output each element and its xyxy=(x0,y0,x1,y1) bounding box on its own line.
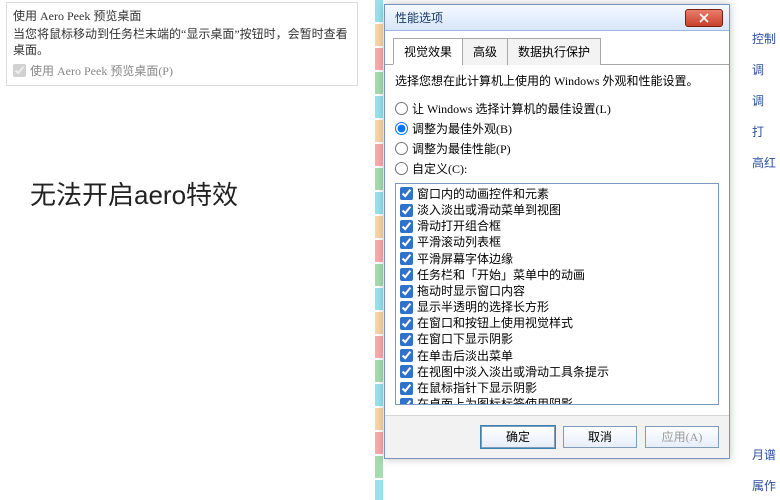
aero-peek-checkbox[interactable] xyxy=(13,64,26,77)
list-item[interactable]: 窗口内的动画控件和元素 xyxy=(400,186,714,202)
dialog-title: 性能选项 xyxy=(395,9,443,26)
side-link[interactable]: 调 xyxy=(752,92,776,109)
tab-visual-effects[interactable]: 视觉效果 xyxy=(393,38,463,65)
list-item-checkbox[interactable] xyxy=(400,285,413,298)
ok-button[interactable]: 确定 xyxy=(481,426,555,448)
page-caption: 无法开启aero特效 xyxy=(30,175,238,212)
dialog-buttons: 确定 取消 应用(A) xyxy=(385,415,729,458)
tab-dep[interactable]: 数据执行保护 xyxy=(507,38,601,65)
list-item-label: 在窗口下显示阴影 xyxy=(417,331,513,347)
radio-option-1[interactable]: 调整为最佳外观(B) xyxy=(395,120,719,137)
list-item-label: 淡入淡出或滑动菜单到视图 xyxy=(417,202,561,218)
list-item-checkbox[interactable] xyxy=(400,268,413,281)
list-item-label: 窗口内的动画控件和元素 xyxy=(417,186,549,202)
side-link[interactable]: 月谱 xyxy=(752,446,776,463)
list-item-checkbox[interactable] xyxy=(400,382,413,395)
aero-peek-panel: 使用 Aero Peek 预览桌面 当您将鼠标移动到任务栏末端的“显示桌面”按钮… xyxy=(6,2,358,86)
cancel-button[interactable]: 取消 xyxy=(563,426,637,448)
radio-input[interactable] xyxy=(395,162,408,175)
close-icon xyxy=(699,13,709,23)
list-item[interactable]: 在视图中淡入淡出或滑动工具条提示 xyxy=(400,364,714,380)
list-item-checkbox[interactable] xyxy=(400,398,413,405)
list-item[interactable]: 平滑屏幕字体边缘 xyxy=(400,251,714,267)
list-item-checkbox[interactable] xyxy=(400,301,413,314)
tab-strip: 视觉效果 高级 数据执行保护 xyxy=(385,31,729,65)
dialog-titlebar[interactable]: 性能选项 xyxy=(385,5,729,31)
list-item-label: 在视图中淡入淡出或滑动工具条提示 xyxy=(417,364,609,380)
side-link[interactable]: 控制 xyxy=(752,30,776,47)
list-item[interactable]: 淡入淡出或滑动菜单到视图 xyxy=(400,202,714,218)
list-item-label: 平滑滚动列表框 xyxy=(417,234,501,250)
list-item-label: 在鼠标指针下显示阴影 xyxy=(417,380,537,396)
radio-option-2[interactable]: 调整为最佳性能(P) xyxy=(395,140,719,157)
list-item-checkbox[interactable] xyxy=(400,252,413,265)
intro-text: 选择您想在此计算机上使用的 Windows 外观和性能设置。 xyxy=(395,73,719,90)
tab-advanced[interactable]: 高级 xyxy=(462,38,508,65)
list-item-label: 拖动时显示窗口内容 xyxy=(417,283,525,299)
side-link[interactable]: 调 xyxy=(752,61,776,78)
list-item-checkbox[interactable] xyxy=(400,365,413,378)
list-item[interactable]: 拖动时显示窗口内容 xyxy=(400,283,714,299)
panel-title: 使用 Aero Peek 预览桌面 xyxy=(13,7,351,24)
radio-label: 调整为最佳性能(P) xyxy=(412,140,511,157)
list-item-checkbox[interactable] xyxy=(400,187,413,200)
radio-label: 自定义(C): xyxy=(412,160,467,177)
radio-label: 让 Windows 选择计算机的最佳设置(L) xyxy=(412,100,611,117)
list-item[interactable]: 在窗口下显示阴影 xyxy=(400,331,714,347)
visual-effects-list[interactable]: 窗口内的动画控件和元素淡入淡出或滑动菜单到视图滑动打开组合框平滑滚动列表框平滑屏… xyxy=(395,183,719,405)
list-item[interactable]: 任务栏和「开始」菜单中的动画 xyxy=(400,267,714,283)
list-item-checkbox[interactable] xyxy=(400,317,413,330)
decorative-stripe xyxy=(375,0,383,500)
close-button[interactable] xyxy=(685,9,723,27)
list-item-checkbox[interactable] xyxy=(400,333,413,346)
list-item[interactable]: 在单击后淡出菜单 xyxy=(400,348,714,364)
list-item-label: 在桌面上为图标标签使用阴影 xyxy=(417,396,573,405)
list-item-checkbox[interactable] xyxy=(400,236,413,249)
side-links-top: 控制 调 调 打 高红 xyxy=(752,30,776,171)
list-item[interactable]: 显示半透明的选择长方形 xyxy=(400,299,714,315)
aero-peek-checkbox-row[interactable]: 使用 Aero Peek 预览桌面(P) xyxy=(13,62,351,79)
list-item[interactable]: 在鼠标指针下显示阴影 xyxy=(400,380,714,396)
side-links-bottom: 月谱 属作 xyxy=(752,446,776,494)
list-item[interactable]: 平滑滚动列表框 xyxy=(400,234,714,250)
list-item[interactable]: 在桌面上为图标标签使用阴影 xyxy=(400,396,714,405)
tab-body: 选择您想在此计算机上使用的 Windows 外观和性能设置。 让 Windows… xyxy=(385,65,729,415)
panel-description: 当您将鼠标移动到任务栏末端的“显示桌面”按钮时，会暂时查看桌面。 xyxy=(13,26,351,58)
side-link[interactable]: 属作 xyxy=(752,477,776,494)
radio-input[interactable] xyxy=(395,122,408,135)
list-item-label: 显示半透明的选择长方形 xyxy=(417,299,549,315)
list-item-checkbox[interactable] xyxy=(400,204,413,217)
list-item-label: 在单击后淡出菜单 xyxy=(417,348,513,364)
radio-option-0[interactable]: 让 Windows 选择计算机的最佳设置(L) xyxy=(395,100,719,117)
list-item-label: 平滑屏幕字体边缘 xyxy=(417,251,513,267)
list-item-label: 滑动打开组合框 xyxy=(417,218,501,234)
aero-peek-checkbox-label: 使用 Aero Peek 预览桌面(P) xyxy=(30,62,173,79)
list-item-label: 在窗口和按钮上使用视觉样式 xyxy=(417,315,573,331)
list-item-label: 任务栏和「开始」菜单中的动画 xyxy=(417,267,585,283)
list-item[interactable]: 滑动打开组合框 xyxy=(400,218,714,234)
radio-input[interactable] xyxy=(395,142,408,155)
performance-options-dialog: 性能选项 视觉效果 高级 数据执行保护 选择您想在此计算机上使用的 Window… xyxy=(384,4,730,459)
side-link[interactable]: 打 xyxy=(752,123,776,140)
radio-label: 调整为最佳外观(B) xyxy=(412,120,512,137)
side-link[interactable]: 高红 xyxy=(752,154,776,171)
list-item[interactable]: 在窗口和按钮上使用视觉样式 xyxy=(400,315,714,331)
radio-option-3[interactable]: 自定义(C): xyxy=(395,160,719,177)
list-item-checkbox[interactable] xyxy=(400,220,413,233)
radio-input[interactable] xyxy=(395,102,408,115)
apply-button[interactable]: 应用(A) xyxy=(645,426,719,448)
list-item-checkbox[interactable] xyxy=(400,349,413,362)
